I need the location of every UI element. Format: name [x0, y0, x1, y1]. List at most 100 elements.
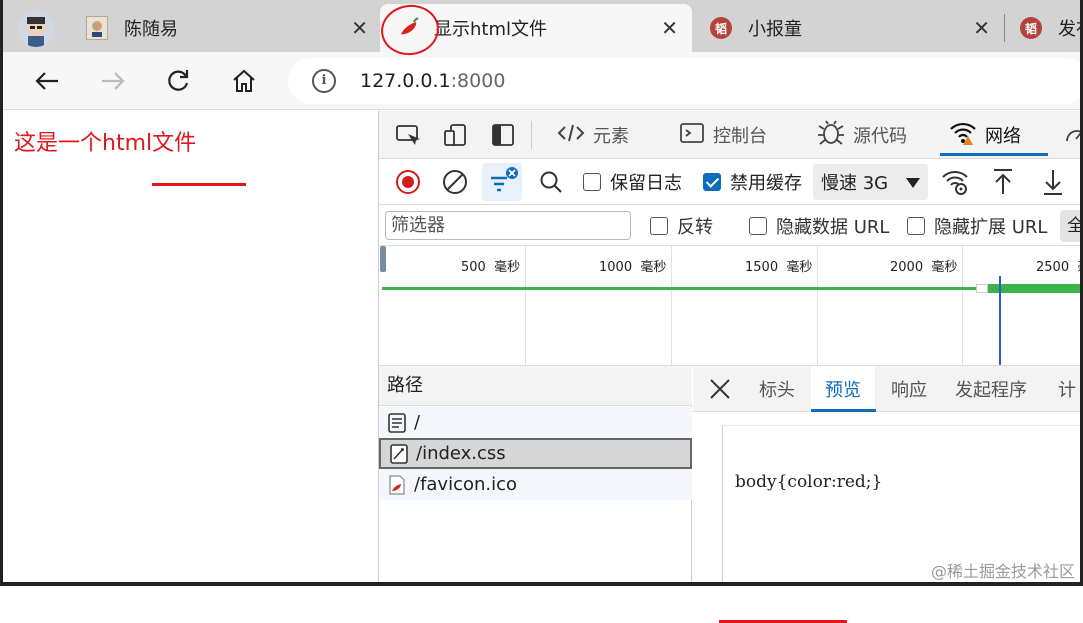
- timeline-tick-label: 2500 毫秒: [1036, 256, 1083, 275]
- checkbox[interactable]: [749, 217, 767, 235]
- close-tab-icon[interactable]: ✕: [973, 16, 990, 40]
- forward-button[interactable]: [96, 64, 130, 98]
- request-name: /index.css: [416, 443, 506, 464]
- active-tab-indicator: [940, 153, 1048, 156]
- code-icon: [557, 122, 585, 149]
- tab-xiaobaotong[interactable]: 韬 小报童 ✕: [692, 4, 1004, 52]
- filter-icon[interactable]: [482, 163, 522, 201]
- tab-headers[interactable]: 标头: [759, 366, 795, 412]
- request-name: /favicon.ico: [414, 474, 517, 495]
- preview-code: body{color:red;}: [735, 472, 882, 492]
- close-tab-icon[interactable]: ✕: [351, 16, 368, 40]
- back-button[interactable]: [30, 64, 64, 98]
- device-emulation-icon[interactable]: [443, 123, 469, 147]
- request-detail-panel: 标头 预览 响应 发起程序 计 body{color:red;}: [693, 366, 1083, 586]
- watermark: @稀土掘金技术社区: [931, 558, 1075, 582]
- timeline-tick-label: 2000 毫秒: [890, 256, 957, 275]
- tab-response[interactable]: 响应: [891, 366, 927, 412]
- invert-checkbox[interactable]: 反转: [650, 206, 713, 246]
- badge-icon: 韬: [710, 17, 732, 39]
- export-har-icon[interactable]: [1041, 168, 1065, 200]
- tab-console-label: 控制台: [713, 122, 767, 148]
- checkbox[interactable]: [907, 217, 925, 235]
- document-favicon-icon: [86, 16, 108, 40]
- request-row[interactable]: /index.css: [379, 438, 692, 469]
- throttle-value: 慢速 3G: [821, 169, 888, 195]
- network-timeline[interactable]: 500 毫秒 1000 毫秒 1500 毫秒 2000 毫秒 2500 毫秒: [379, 246, 1083, 366]
- clear-button[interactable]: [442, 169, 468, 199]
- tab-title: 陈随易: [124, 15, 178, 41]
- info-icon[interactable]: i: [312, 69, 336, 93]
- checkbox[interactable]: [583, 173, 601, 191]
- dropdown-triangle-icon: [906, 172, 920, 193]
- throttle-select[interactable]: 慢速 3G: [813, 159, 928, 205]
- tab-title: 显示html文件: [434, 15, 547, 41]
- tab-console[interactable]: 控制台: [679, 111, 767, 159]
- tab-title: 发布: [1058, 15, 1083, 41]
- performance-icon[interactable]: [1064, 123, 1083, 151]
- filter-input[interactable]: 筛选器: [385, 211, 631, 240]
- detail-tab-bar: 标头 预览 响应 发起程序 计: [693, 366, 1083, 412]
- checkbox[interactable]: [650, 217, 668, 235]
- timeline-request-bar: [382, 287, 976, 290]
- record-button[interactable]: [395, 169, 421, 199]
- reload-button[interactable]: [161, 64, 195, 98]
- close-tab-icon[interactable]: ✕: [661, 16, 678, 40]
- tab-preview[interactable]: 预览: [811, 366, 875, 412]
- home-button[interactable]: [227, 64, 261, 98]
- timeline-gridline: [817, 246, 818, 366]
- import-har-icon[interactable]: [991, 168, 1015, 200]
- hide-extension-urls-checkbox[interactable]: 隐藏扩展 URL: [907, 206, 1047, 246]
- timeline-tick-label: 500 毫秒: [461, 256, 520, 275]
- request-row[interactable]: /: [379, 407, 692, 438]
- hide-extension-urls-label: 隐藏扩展 URL: [934, 213, 1047, 239]
- timeline-tick-label: 1500 毫秒: [745, 256, 812, 275]
- inspect-element-icon[interactable]: [395, 123, 421, 147]
- timeline-dom-marker: [999, 276, 1001, 366]
- tab-initiator[interactable]: 发起程序: [955, 366, 1027, 412]
- timeline-gridline: [525, 246, 526, 366]
- filter-all-button[interactable]: 全: [1060, 210, 1083, 242]
- tab-sources-label: 源代码: [853, 122, 907, 148]
- checkbox-checked[interactable]: [703, 173, 721, 191]
- document-icon: [387, 412, 406, 433]
- hide-data-urls-label: 隐藏数据 URL: [776, 213, 889, 239]
- tab-elements-label: 元素: [593, 122, 629, 148]
- hide-data-urls-checkbox[interactable]: 隐藏数据 URL: [749, 206, 889, 246]
- close-icon[interactable]: [709, 378, 731, 404]
- tab-strip: 陈随易 ✕ 显示html文件 ✕ 韬 小报童 ✕ 韬 发布: [0, 0, 1083, 52]
- tab-elements[interactable]: 元素: [557, 111, 629, 159]
- request-row[interactable]: /favicon.ico: [379, 469, 692, 500]
- tab-separator: [1004, 14, 1005, 42]
- toolbar-separator: [531, 121, 532, 149]
- filter-row: 筛选器 反转 隐藏数据 URL 隐藏扩展 URL 全: [379, 206, 1083, 246]
- url-text: 127.0.0.1:8000: [360, 70, 505, 92]
- preserve-log-checkbox[interactable]: 保留日志: [583, 159, 682, 205]
- devtools-tab-bar: 元素 控制台 源代码 网络: [379, 111, 1083, 159]
- timeline-handle[interactable]: [380, 246, 386, 272]
- disable-cache-checkbox[interactable]: 禁用缓存: [703, 159, 802, 205]
- dock-side-icon[interactable]: [491, 123, 517, 147]
- address-bar[interactable]: i 127.0.0.1:8000: [288, 58, 1083, 104]
- url-port: :8000: [451, 70, 506, 92]
- tab-publish[interactable]: 韬 发布: [1008, 4, 1083, 52]
- path-column-header[interactable]: 路径: [379, 366, 692, 406]
- tab-title: 小报童: [748, 15, 802, 41]
- timeline-gridline: [962, 246, 963, 366]
- tab-chensuiyi[interactable]: 陈随易 ✕: [0, 4, 380, 52]
- avatar-icon: [18, 11, 54, 47]
- tab-sources[interactable]: 源代码: [817, 111, 907, 159]
- tab-network-label: 网络: [985, 122, 1021, 148]
- badge-icon: 韬: [1020, 17, 1042, 39]
- tab-timing[interactable]: 计: [1058, 366, 1076, 412]
- page-text: 这是一个html文件: [14, 125, 196, 157]
- tab-network[interactable]: 网络: [949, 111, 1021, 159]
- wifi-icon: [949, 120, 977, 151]
- timeline-request-bar-end: [988, 284, 1083, 293]
- devtools-panel: 元素 控制台 源代码 网络 保留日志: [378, 111, 1083, 586]
- network-conditions-icon[interactable]: [941, 168, 969, 200]
- search-icon[interactable]: [539, 170, 563, 198]
- page-viewport: 这是一个html文件: [0, 111, 378, 586]
- request-list: 路径 / /index.css /favicon.ico: [379, 366, 692, 586]
- timeline-gridline: [671, 246, 672, 366]
